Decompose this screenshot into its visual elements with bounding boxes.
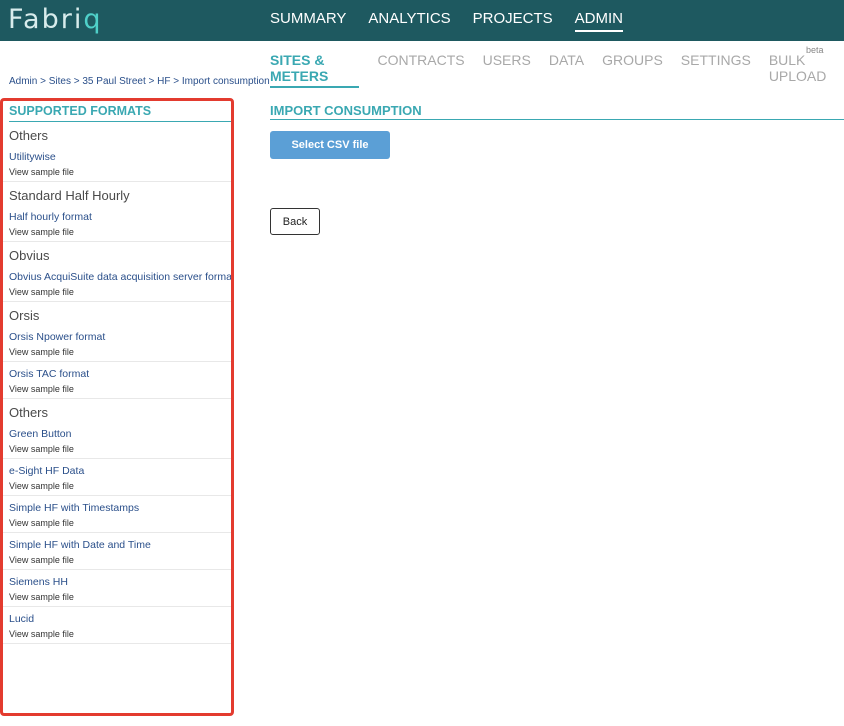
format-item: Lucid View sample file xyxy=(3,607,231,644)
format-link[interactable]: Siemens HH xyxy=(9,576,231,588)
view-sample-link[interactable]: View sample file xyxy=(9,167,231,177)
view-sample-link[interactable]: View sample file xyxy=(9,481,231,491)
tab-data[interactable]: DATA xyxy=(549,52,584,88)
format-link[interactable]: Orsis TAC format xyxy=(9,368,231,380)
view-sample-link[interactable]: View sample file xyxy=(9,444,231,454)
view-sample-link[interactable]: View sample file xyxy=(9,592,231,602)
supported-formats-panel: SUPPORTED FORMATS Others Utilitywise Vie… xyxy=(0,98,234,716)
admin-subnav: SITES & METERS CONTRACTS USERS DATA GROU… xyxy=(270,52,844,88)
back-button[interactable]: Back xyxy=(270,208,320,235)
tab-contracts[interactable]: CONTRACTS xyxy=(377,52,464,88)
supported-formats-title: SUPPORTED FORMATS xyxy=(9,104,231,122)
top-nav: SUMMARY ANALYTICS PROJECTS ADMIN xyxy=(270,10,624,32)
format-link[interactable]: Simple HF with Timestamps xyxy=(9,502,231,514)
import-consumption-title: IMPORT CONSUMPTION xyxy=(270,103,844,120)
select-csv-button[interactable]: Select CSV file xyxy=(270,131,390,159)
beta-badge: beta xyxy=(806,45,824,55)
format-link[interactable]: Simple HF with Date and Time xyxy=(9,539,231,551)
breadcrumb[interactable]: Admin > Sites > 35 Paul Street > HF > Im… xyxy=(9,76,270,87)
format-group-heading: Others xyxy=(9,405,49,420)
format-group-heading: Orsis xyxy=(9,308,40,323)
view-sample-link[interactable]: View sample file xyxy=(9,518,231,528)
nav-analytics[interactable]: ANALYTICS xyxy=(368,10,450,32)
format-link[interactable]: Lucid xyxy=(9,613,231,625)
view-sample-link[interactable]: View sample file xyxy=(9,287,231,297)
view-sample-link[interactable]: View sample file xyxy=(9,555,231,565)
format-item: Obvius Obvius AcquiSuite data acquisitio… xyxy=(3,242,231,302)
nav-projects[interactable]: PROJECTS xyxy=(473,10,553,32)
tab-users[interactable]: USERS xyxy=(483,52,531,88)
format-item: Others Green Button View sample file xyxy=(3,399,231,459)
format-group-heading: Standard Half Hourly xyxy=(9,188,130,203)
format-item: Siemens HH View sample file xyxy=(3,570,231,607)
tab-settings[interactable]: SETTINGS xyxy=(681,52,751,88)
format-item: Simple HF with Timestamps View sample fi… xyxy=(3,496,231,533)
format-link[interactable]: e-Sight HF Data xyxy=(9,465,231,477)
format-group-heading: Others xyxy=(9,128,49,143)
tab-sites-meters[interactable]: SITES & METERS xyxy=(270,52,360,88)
view-sample-link[interactable]: View sample file xyxy=(9,227,231,237)
top-bar: Fabriq SUMMARY ANALYTICS PROJECTS ADMIN xyxy=(0,0,844,41)
format-link[interactable]: Utilitywise xyxy=(9,151,231,163)
format-group-heading: Obvius xyxy=(9,248,50,263)
format-item: Orsis Orsis Npower format View sample fi… xyxy=(3,302,231,362)
format-link[interactable]: Orsis Npower format xyxy=(9,331,231,343)
format-item: Others Utilitywise View sample file xyxy=(3,122,231,182)
format-link[interactable]: Obvius AcquiSuite data acquisition serve… xyxy=(9,271,231,283)
format-item: Orsis TAC format View sample file xyxy=(3,362,231,399)
view-sample-link[interactable]: View sample file xyxy=(9,347,231,357)
tab-groups[interactable]: GROUPS xyxy=(602,52,663,88)
view-sample-link[interactable]: View sample file xyxy=(9,629,231,639)
format-link[interactable]: Half hourly format xyxy=(9,211,231,223)
nav-summary[interactable]: SUMMARY xyxy=(270,10,346,32)
format-item: e-Sight HF Data View sample file xyxy=(3,459,231,496)
format-link[interactable]: Green Button xyxy=(9,428,231,440)
nav-admin[interactable]: ADMIN xyxy=(574,10,624,32)
fabriq-logo[interactable]: Fabriq xyxy=(8,4,102,35)
view-sample-link[interactable]: View sample file xyxy=(9,384,231,394)
format-item: Standard Half Hourly Half hourly format … xyxy=(3,182,231,242)
tab-bulk-upload[interactable]: BULK UPLOAD xyxy=(769,52,844,88)
format-item: Simple HF with Date and Time View sample… xyxy=(3,533,231,570)
